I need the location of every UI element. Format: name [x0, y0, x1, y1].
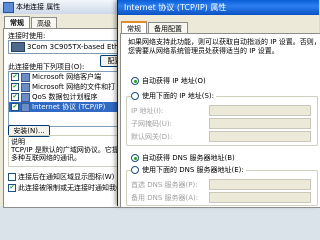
front-titlebar: Internet 协议 (TCP/IP) 属性 — [118, 0, 319, 15]
ip-manual-label: 使用下面的 IP 地址(S): — [142, 92, 214, 100]
dns-manual-label: 使用下面的 DNS 服务器地址(E): — [142, 166, 244, 174]
ip-manual-group: 使用下面的 IP 地址(S): IP 地址(I): 子网掩码(U): 默认网关(… — [126, 91, 318, 146]
dns-manual-option[interactable]: 使用下面的 DNS 服务器地址(E): — [131, 165, 246, 175]
show-icon-checkbox[interactable] — [8, 173, 16, 181]
ip-auto-option[interactable]: 自动获得 IP 地址(O) — [131, 76, 206, 86]
ip-manual-radio[interactable] — [131, 92, 139, 100]
component-label: Internet 协议 (TCP/IP) — [32, 103, 106, 111]
network-connection-icon — [3, 2, 14, 13]
subnet-mask-input[interactable] — [209, 118, 311, 129]
ip-address-input[interactable] — [209, 105, 311, 116]
intro-line-1: 如果网络支持此功能，则可以获取自动指派的 IP 设置。否则， — [128, 38, 320, 46]
component-checkbox[interactable]: ✔ — [11, 93, 19, 101]
component-checkbox[interactable]: ✔ — [11, 83, 19, 91]
tcpip-general-panel: 如果网络支持此功能，则可以获取自动指派的 IP 设置。否则， 您需要从网络系统管… — [120, 33, 320, 208]
protocol-icon — [21, 102, 30, 112]
show-icon-option[interactable]: 连接后在通知区域显示图标(W) — [8, 172, 114, 182]
dns-manual-group: 使用下面的 DNS 服务器地址(E): 首选 DNS 服务器(P): 备用 DN… — [126, 165, 318, 206]
default-gateway-label: 默认网关(D): — [131, 133, 173, 141]
component-label: Microsoft 网络客户端 — [32, 73, 102, 81]
ip-manual-option[interactable]: 使用下面的 IP 地址(S): — [131, 91, 216, 101]
preferred-dns-input[interactable] — [209, 179, 311, 190]
component-checkbox[interactable]: ✔ — [11, 73, 19, 81]
tcpip-properties-window: Internet 协议 (TCP/IP) 属性 常规 备用配置 如果网络支持此功… — [117, 0, 320, 208]
default-gateway-row: 默认网关(D): — [127, 131, 317, 142]
ip-auto-radio[interactable] — [131, 77, 139, 85]
subnet-mask-label: 子网掩码(U): — [131, 120, 172, 128]
dns-manual-radio[interactable] — [131, 166, 139, 174]
intro-line-2: 您需要从网络系统管理员处获得适当的 IP 设置。 — [128, 47, 279, 55]
alternate-dns-row: 备用 DNS 服务器(A): — [127, 192, 317, 203]
intro-text: 如果网络支持此功能，则可以获取自动指派的 IP 设置。否则， 您需要从网络系统管… — [128, 38, 320, 56]
dns-auto-radio[interactable] — [131, 154, 139, 162]
default-gateway-input[interactable] — [209, 131, 311, 142]
notify-label: 此连接被限制或无连接时通知我(M) — [18, 184, 128, 192]
service-icon — [21, 92, 30, 102]
network-card-icon — [11, 42, 25, 52]
notify-checkbox[interactable]: ✔ — [8, 184, 16, 192]
alternate-dns-input[interactable] — [209, 192, 311, 203]
ip-address-label: IP 地址(I): — [131, 107, 164, 115]
subnet-mask-row: 子网掩码(U): — [127, 118, 317, 129]
service-icon — [21, 82, 30, 92]
client-icon — [21, 72, 30, 82]
component-checkbox[interactable]: ✔ — [11, 103, 19, 111]
notify-option[interactable]: ✔ 此连接被限制或无连接时通知我(M) — [8, 183, 128, 193]
dns-auto-option[interactable]: 自动获得 DNS 服务器地址(B) — [131, 153, 235, 163]
front-window-title: Internet 协议 (TCP/IP) 属性 — [124, 3, 227, 12]
back-window-title: 本地连接 属性 — [16, 3, 61, 11]
preferred-dns-label: 首选 DNS 服务器(P): — [131, 181, 198, 189]
component-label: Microsoft 网络的文件和打 — [32, 83, 116, 91]
preferred-dns-row: 首选 DNS 服务器(P): — [127, 179, 317, 190]
component-label: QoS 数据包计划程序 — [32, 93, 98, 101]
ip-address-row: IP 地址(I): — [127, 105, 317, 116]
dns-auto-label: 自动获得 DNS 服务器地址(B) — [142, 154, 235, 162]
ip-auto-label: 自动获得 IP 地址(O) — [142, 77, 206, 85]
show-icon-label: 连接后在通知区域显示图标(W) — [18, 173, 115, 181]
alternate-dns-label: 备用 DNS 服务器(A): — [131, 194, 199, 202]
